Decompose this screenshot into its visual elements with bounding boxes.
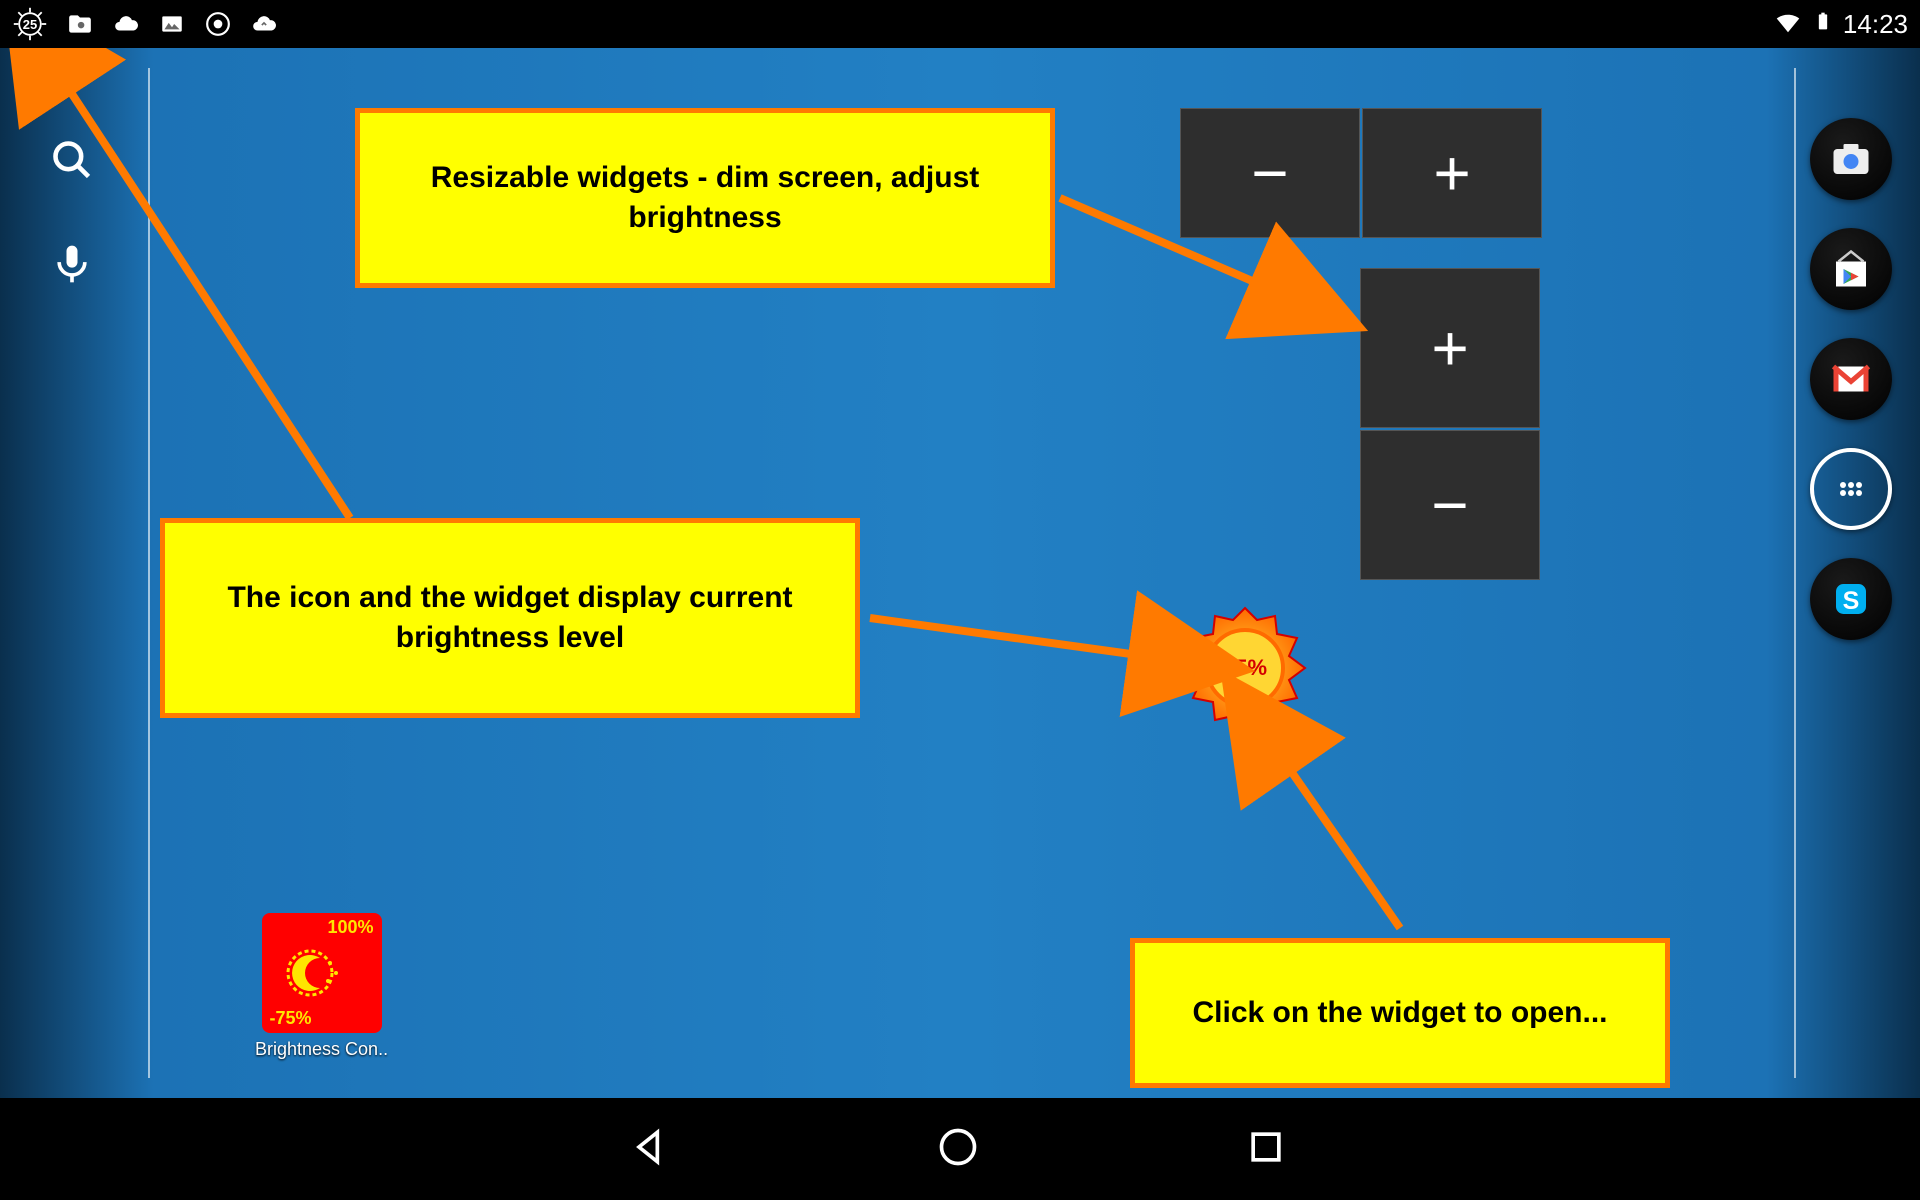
sun-moon-icon <box>280 933 360 1013</box>
svg-text:S: S <box>1843 587 1860 615</box>
navigation-bar <box>0 1098 1920 1200</box>
image-icon <box>158 10 186 38</box>
app-bottom-label: -75% <box>270 1008 312 1029</box>
clock-text: 14:23 <box>1843 9 1908 40</box>
callout-resizable-widgets: Resizable widgets - dim screen, adjust b… <box>355 108 1055 288</box>
page-divider-left <box>148 68 150 1078</box>
folder-icon <box>66 10 94 38</box>
dock-camera[interactable] <box>1810 118 1892 200</box>
app-name-label: Brightness Con.. <box>255 1039 388 1060</box>
status-right: 14:23 <box>1773 6 1908 43</box>
sun-value-text: 25% <box>1205 628 1285 708</box>
search-icon[interactable] <box>50 138 94 182</box>
dock-gmail[interactable] <box>1810 338 1892 420</box>
app-brightness-control[interactable]: 100% -75% Brightness Con.. <box>255 913 388 1060</box>
callout-text-1: Resizable widgets - dim screen, adjust b… <box>388 158 1022 239</box>
widget-brightness-minus-vertical[interactable]: − <box>1360 430 1540 580</box>
nav-recent-button[interactable] <box>1244 1125 1292 1173</box>
page-divider-right <box>1794 68 1796 1078</box>
sun-brightness-widget[interactable]: 25% <box>1180 603 1310 733</box>
plus-label-2: + <box>1431 311 1468 385</box>
circle-a-icon <box>204 10 232 38</box>
status-bar: 25 14:23 <box>0 0 1920 48</box>
status-left-icons: 25 <box>12 6 278 42</box>
minus-label: − <box>1251 136 1288 210</box>
dock-play-store[interactable] <box>1810 228 1892 310</box>
nav-back-button[interactable] <box>628 1125 676 1173</box>
gear-value: 25 <box>12 6 48 42</box>
app-tile: 100% -75% <box>262 913 382 1033</box>
left-search-tools <box>50 138 94 286</box>
callout-brightness-level: The icon and the widget display current … <box>160 518 860 718</box>
cloud-sync-icon <box>250 10 278 38</box>
plus-label: + <box>1433 136 1470 210</box>
microphone-icon[interactable] <box>50 242 94 286</box>
wifi-icon <box>1773 6 1803 43</box>
callout-text-3: Click on the widget to open... <box>1192 993 1607 1034</box>
homescreen[interactable]: Resizable widgets - dim screen, adjust b… <box>0 48 1920 1098</box>
dock-apps-drawer[interactable] <box>1810 448 1892 530</box>
dock-skype[interactable]: S <box>1810 558 1892 640</box>
app-dock: S <box>1810 118 1892 640</box>
battery-icon <box>1813 6 1833 43</box>
nav-home-button[interactable] <box>936 1125 984 1173</box>
widget-brightness-plus-vertical[interactable]: + <box>1360 268 1540 428</box>
gear-brightness-icon: 25 <box>12 6 48 42</box>
widget-brightness-minus[interactable]: − <box>1180 108 1360 238</box>
cloud-icon <box>112 10 140 38</box>
callout-click-open: Click on the widget to open... <box>1130 938 1670 1088</box>
minus-label-2: − <box>1431 468 1468 542</box>
callout-text-2: The icon and the widget display current … <box>193 578 827 659</box>
widget-brightness-plus[interactable]: + <box>1362 108 1542 238</box>
